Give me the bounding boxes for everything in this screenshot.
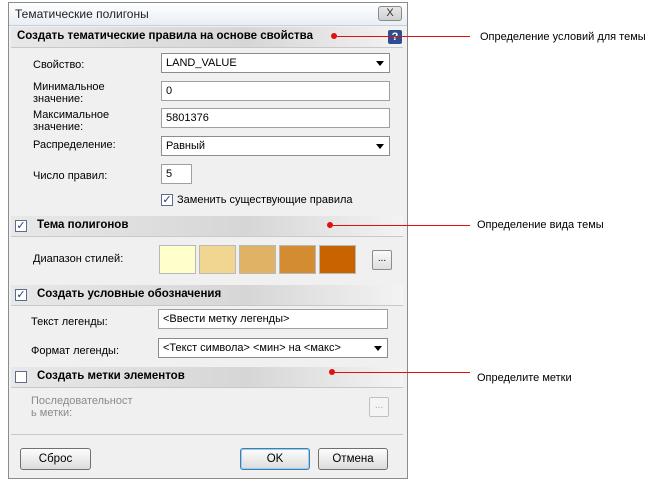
- view-callout-line: [332, 225, 470, 226]
- labels-section-header: Создать метки элементов: [11, 367, 403, 388]
- min-value-label-line2: значение:: [33, 93, 84, 105]
- rule-count-value: 5: [166, 168, 173, 180]
- distribution-combo[interactable]: Равный: [161, 136, 390, 156]
- legend-section-title: Создать условные обозначения: [37, 288, 222, 300]
- max-value-input[interactable]: 5801376: [161, 108, 390, 128]
- max-value-label-line1: Максимальное: [33, 109, 110, 121]
- cancel-button[interactable]: Отмена: [318, 448, 388, 470]
- chevron-down-icon: [374, 346, 382, 351]
- reset-button[interactable]: Сброс: [20, 448, 91, 470]
- replace-rules-checkbox[interactable]: ✓: [161, 194, 173, 206]
- min-value-label-line1: Минимальное: [33, 81, 105, 93]
- ok-button[interactable]: OK: [240, 448, 310, 470]
- replace-rules-label: Заменить существующие правила: [177, 194, 353, 206]
- labels-callout-line: [334, 372, 470, 373]
- label-sequence-browse-button[interactable]: ...: [369, 397, 389, 417]
- property-value: LAND_VALUE: [166, 57, 237, 69]
- style-swatch-2[interactable]: [199, 245, 236, 274]
- rule-count-input[interactable]: 5: [161, 164, 192, 184]
- labels-section-title: Создать метки элементов: [37, 370, 185, 382]
- close-button[interactable]: X: [378, 6, 402, 21]
- style-swatch-1[interactable]: [159, 245, 196, 274]
- theme-section-header: ✓ Тема полигонов: [11, 216, 403, 237]
- style-swatch-3[interactable]: [239, 245, 276, 274]
- property-combo[interactable]: LAND_VALUE: [161, 53, 390, 73]
- checkmark-icon: ✓: [16, 289, 26, 301]
- theme-section-title: Тема полигонов: [37, 219, 129, 231]
- max-value-label-line2: значение:: [33, 121, 84, 133]
- max-value: 5801376: [166, 112, 209, 124]
- help-icon[interactable]: ?: [388, 30, 402, 44]
- thematic-polygons-dialog: Тематические полигоны X Создать тематиче…: [8, 2, 408, 479]
- view-annotation: Определение вида темы: [477, 219, 604, 231]
- labels-annotation: Определите метки: [477, 372, 572, 384]
- footer-separator: [11, 434, 403, 435]
- style-swatch-5[interactable]: [319, 245, 356, 274]
- theme-section-checkbox[interactable]: ✓: [15, 220, 27, 232]
- legend-format-value: <Текст символа> <мин> на <макс>: [163, 342, 341, 354]
- property-label: Свойство:: [33, 59, 85, 71]
- style-swatch-4[interactable]: [279, 245, 316, 274]
- label-sequence-label-line2: ь метки:: [31, 407, 73, 419]
- style-range-browse-button[interactable]: ...: [372, 250, 392, 270]
- style-range-label: Диапазон стилей:: [33, 253, 124, 265]
- legend-format-combo[interactable]: <Текст символа> <мин> на <макс>: [158, 338, 388, 358]
- rule-count-label: Число правил:: [33, 170, 108, 182]
- distribution-label: Распределение:: [33, 139, 116, 151]
- chevron-down-icon: [376, 61, 384, 66]
- checkmark-icon: ✓: [16, 220, 26, 232]
- close-icon: X: [386, 7, 394, 19]
- ellipsis-icon: ...: [377, 253, 387, 264]
- chevron-down-icon: [376, 144, 384, 149]
- legend-text-input[interactable]: <Ввести метку легенды>: [158, 309, 388, 329]
- label-sequence-label-line1: Последовательност: [31, 395, 133, 407]
- conditions-callout-line: [336, 36, 470, 37]
- legend-section-checkbox[interactable]: ✓: [15, 289, 27, 301]
- distribution-value: Равный: [166, 140, 206, 152]
- min-value: 0: [166, 85, 173, 97]
- legend-section-header: ✓ Создать условные обозначения: [11, 285, 403, 306]
- dialog-title: Тематические полигоны: [15, 7, 149, 21]
- checkmark-icon: ✓: [162, 194, 172, 206]
- rules-section-title: Создать тематические правила на основе с…: [17, 30, 313, 42]
- legend-text-label: Текст легенды:: [31, 316, 108, 328]
- ellipsis-icon: ...: [374, 400, 384, 411]
- min-value-input[interactable]: 0: [161, 81, 390, 101]
- conditions-annotation: Определение условий для темы: [480, 31, 646, 43]
- legend-text-value: <Ввести метку легенды>: [163, 313, 290, 325]
- title-bar: Тематические полигоны X: [9, 3, 407, 26]
- legend-format-label: Формат легенды:: [31, 345, 120, 357]
- rules-section-header: Создать тематические правила на основе с…: [11, 27, 403, 48]
- labels-section-checkbox[interactable]: [15, 371, 27, 383]
